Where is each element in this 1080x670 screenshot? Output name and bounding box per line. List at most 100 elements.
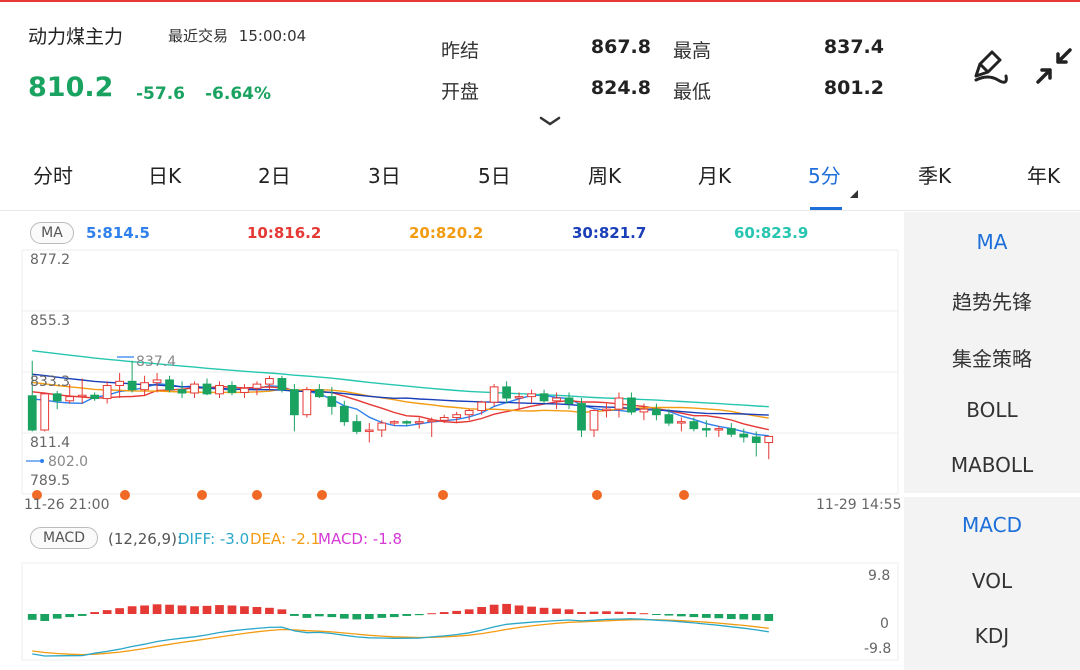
candle-body <box>339 405 349 423</box>
macd-diff: DIFF: -3.0 <box>178 530 250 548</box>
event-dot <box>252 490 262 500</box>
candle-body <box>639 408 649 413</box>
macd-bar <box>764 614 774 621</box>
candle-body <box>40 393 50 431</box>
macd-bar <box>389 614 399 618</box>
macd-bar <box>739 614 749 620</box>
macd-bar <box>364 614 374 620</box>
event-dot <box>679 490 689 500</box>
event-dot <box>120 490 130 500</box>
candle-body <box>215 384 224 395</box>
candle-body <box>502 386 511 399</box>
candle-body <box>302 389 312 416</box>
candle-body <box>439 416 449 421</box>
candle-body <box>552 397 561 402</box>
macd-bar <box>27 614 37 620</box>
y-label-3: 833.3 <box>30 374 71 390</box>
event-dot <box>197 490 207 500</box>
macd-bar <box>40 614 50 621</box>
candle-body <box>140 382 149 391</box>
y-label-top: 877.2 <box>30 252 71 268</box>
candle-body <box>726 428 736 435</box>
macd-bar <box>252 607 262 614</box>
y-label-4: 811.4 <box>30 435 71 451</box>
kline-chart[interactable] <box>0 0 1080 670</box>
candle-body <box>527 393 536 398</box>
low-annotation: 802.0 <box>48 454 89 470</box>
macd-badge[interactable]: MACD <box>30 527 98 549</box>
macd-bar <box>589 611 599 614</box>
candle-body <box>77 394 87 398</box>
event-dots <box>32 490 689 500</box>
macd-bar <box>614 611 624 614</box>
macd-lines <box>32 618 769 657</box>
candle-body <box>165 379 174 391</box>
macd-bar <box>77 614 87 616</box>
macd-bar <box>464 609 474 614</box>
candle-body <box>364 429 374 432</box>
macd-bar <box>439 612 449 614</box>
candle-body <box>564 397 574 405</box>
candle-body <box>227 384 237 393</box>
macd-bar <box>489 604 499 614</box>
macd-bar <box>227 605 237 614</box>
candle-body <box>751 436 761 444</box>
candle-body <box>265 378 274 385</box>
candle-body <box>589 410 599 431</box>
candle-body <box>764 435 774 444</box>
y-label-2: 855.3 <box>30 313 71 329</box>
candle-body <box>701 428 711 431</box>
candle-body <box>65 396 75 402</box>
candle-body <box>327 396 337 407</box>
candle-body <box>714 428 724 431</box>
macd-bar <box>327 614 337 618</box>
macd-bar <box>701 614 711 618</box>
candle-body <box>514 396 524 399</box>
macd-y-top: 9.8 <box>868 568 891 584</box>
macd-y-zero: 0 <box>880 616 889 632</box>
candle-body <box>115 380 124 386</box>
candle-body <box>377 422 387 431</box>
candle-body <box>314 389 324 398</box>
y-label-bottom: 789.5 <box>30 473 71 489</box>
macd-bar <box>402 614 412 616</box>
candle-body <box>414 421 424 424</box>
macd-bar <box>190 606 199 614</box>
macd-bar <box>240 606 249 614</box>
macd-bar <box>377 614 387 618</box>
macd-value: MACD: -1.8 <box>318 530 403 548</box>
candle-body <box>602 408 611 412</box>
candle-body <box>290 389 299 416</box>
event-dot <box>317 490 327 500</box>
macd-bar <box>52 614 62 619</box>
low-annotation-dot <box>40 459 44 463</box>
candle-body <box>577 403 586 431</box>
macd-bar <box>577 612 586 614</box>
candle-body <box>739 433 749 438</box>
macd-bar <box>152 604 162 614</box>
macd-bar <box>652 614 661 615</box>
macd-bar <box>677 614 686 617</box>
macd-bar <box>277 609 287 614</box>
candle-body <box>277 378 287 391</box>
macd-bar <box>726 614 736 620</box>
candle-body <box>90 394 100 400</box>
macd-bar <box>751 614 761 621</box>
macd-bar <box>514 605 524 614</box>
event-dot <box>592 490 602 500</box>
macd-bar <box>202 605 212 614</box>
macd-bar <box>65 614 75 618</box>
macd-bar <box>165 604 174 614</box>
candle-body <box>402 421 412 424</box>
candle-body <box>352 421 362 432</box>
candle-body <box>652 408 661 416</box>
candle-body <box>177 389 187 394</box>
x-label-end: 11-29 14:55 <box>816 497 902 513</box>
macd-y-bottom: -9.8 <box>864 641 892 657</box>
candle-body <box>427 419 437 423</box>
x-label-start: 11-26 21:00 <box>24 497 110 513</box>
macd-bar <box>539 607 549 614</box>
macd-bar <box>140 605 149 614</box>
candle-body <box>102 384 112 400</box>
macd-bar <box>427 613 437 615</box>
